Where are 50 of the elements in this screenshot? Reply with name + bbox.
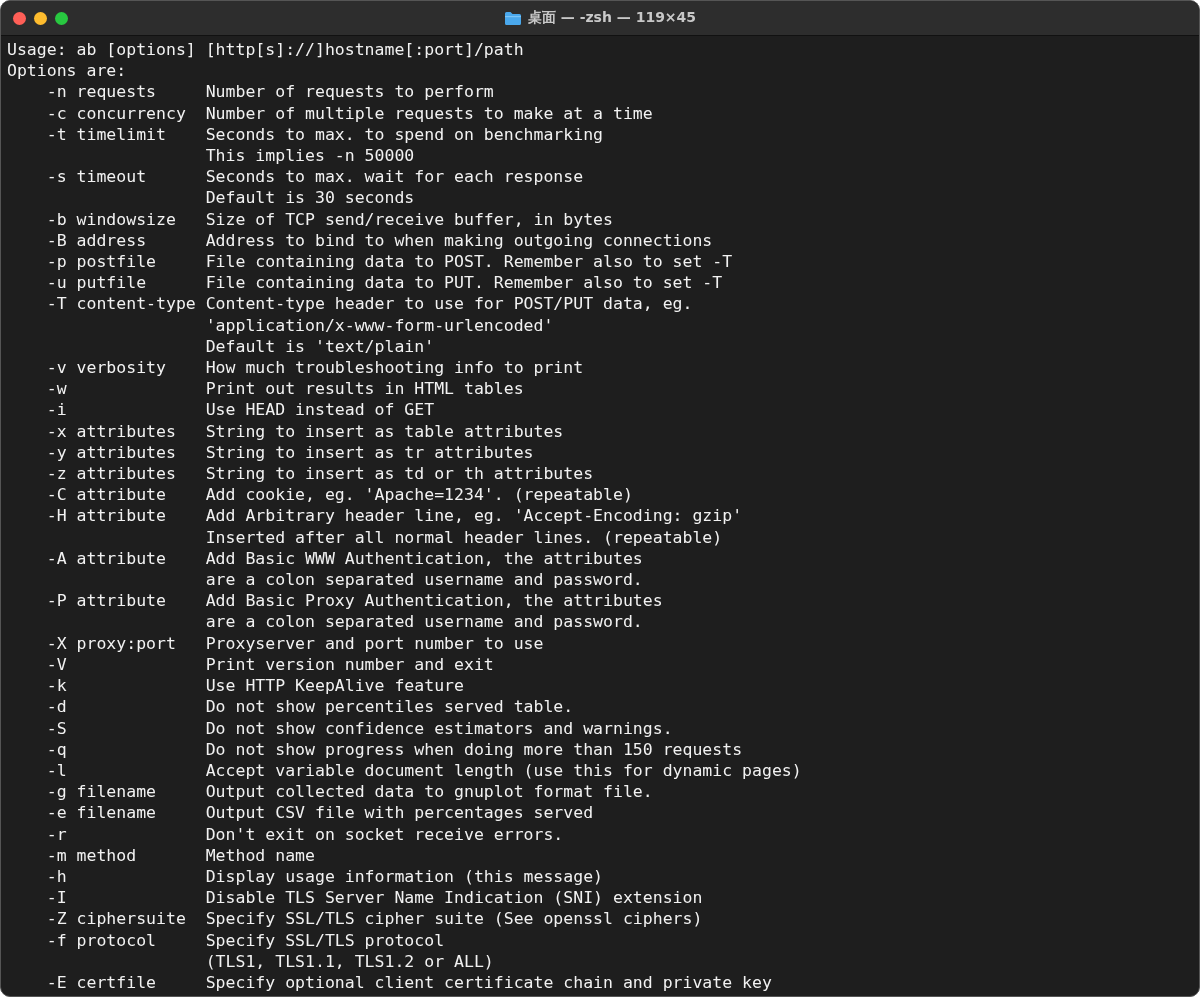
terminal-line: -w Print out results in HTML tables [45, 378, 524, 400]
terminal-line: -Z ciphersuite Specify SSL/TLS cipher suite (See openssl ciphers) [45, 908, 703, 930]
minimize-button[interactable] [34, 11, 47, 25]
terminal-line: -I Disable TLS Server Name Indication (SNI) extension [45, 887, 703, 909]
terminal-line: (TLS1, TLS1.1, TLS1.2 or ALL) [204, 950, 494, 972]
terminal-line: Default is 'text/plain' [204, 335, 435, 358]
terminal-line: -t timelimit Seconds to max. to spend on benchmarking [45, 123, 604, 145]
terminal-line: -r Don't exit on socket receive errors. [45, 823, 564, 845]
terminal-line: -d Do not show percentiles served table. [45, 696, 574, 718]
folder-icon [503, 10, 522, 26]
terminal-line: -q Do not show progress when doing more than 150 requests [45, 738, 743, 760]
terminal-line: are a colon separated username and password. [204, 611, 643, 633]
terminal-line: Inserted after all normal header lines. (repeatable) [204, 526, 723, 548]
terminal-line: -n requests Number of requests to perform [45, 81, 494, 103]
terminal-line: 'application/x-www-form-urlencoded' [204, 314, 554, 336]
terminal-line: -b windowsize Size of TCP send/receive buffer, in bytes [45, 208, 613, 230]
terminal-line: -s timeout Seconds to max. wait for each response [45, 166, 584, 188]
terminal-line: -v verbosity How much troubleshooting info to print [45, 357, 584, 379]
terminal-line: -T content-type Content-type header to use for POST/PUT data, eg. [45, 293, 693, 315]
terminal-line: -V Print version number and exit [45, 653, 494, 676]
terminal-line: -k Use HTTP KeepAlive feature [45, 675, 464, 697]
terminal-line: -H attribute Add Arbitrary header line, eg. 'Accept-Encoding: gzip' [45, 505, 743, 527]
close-button[interactable] [13, 11, 26, 25]
terminal-line: -E certfile Specify optional client certificate chain and private key [45, 971, 772, 994]
window-title: 桌面 — -zsh — 119×45 [527, 9, 697, 27]
terminal-line: -S Do not show confidence estimators and warnings. [45, 717, 673, 739]
terminal-line: -g filename Output collected data to gnuplot format file. [45, 781, 653, 803]
terminal-line: -C attribute Add cookie, eg. 'Apache=1234'. (repeatable) [45, 484, 633, 506]
maximize-button[interactable] [55, 11, 68, 25]
terminal-line: -l Accept variable document length (use this for dynamic pages) [45, 759, 802, 782]
terminal-line: Usage: ab [options] [http[s]://]hostname[:port]/path [7, 39, 524, 61]
terminal-line: -P attribute Add Basic Proxy Authentication, the attributes [45, 590, 663, 612]
terminal-line: -m method Method name [45, 844, 315, 866]
terminal-line: -e filename Output CSV file with percentages served [45, 802, 594, 824]
terminal-line: This implies -n 50000 [204, 145, 415, 167]
terminal-line: -X proxy:port Proxyserver and port number to use [45, 632, 544, 654]
terminal-line: -A attribute Add Basic WWW Authentication, the attributes [45, 547, 643, 570]
terminal-line: -h Display usage information (this message) [45, 865, 604, 888]
terminal-line: -x attributes String to insert as table attributes [45, 420, 564, 442]
terminal-line: -z attributes String to insert as td or th attributes [45, 463, 594, 485]
terminal-line: Options are: [7, 60, 127, 82]
terminal-line: -i Use HEAD instead of GET [45, 399, 435, 421]
terminal-line: -p postfile File containing data to POST. Remember also to set -T [45, 251, 733, 273]
terminal-line: -f protocol Specify SSL/TLS protocol [45, 929, 445, 951]
terminal-line: -y attributes String to insert as tr attributes [45, 441, 534, 464]
terminal-line: -c concurrency Number of multiple requests to make at a time [45, 102, 653, 124]
terminal-line: -u putfile File containing data to PUT. Remember also to set -T [45, 272, 723, 294]
terminal-line: are a colon separated username and password. [204, 569, 643, 591]
terminal-line: -B address Address to bind to when making outgoing connections [45, 229, 713, 252]
terminal-line: Default is 30 seconds [204, 187, 415, 209]
